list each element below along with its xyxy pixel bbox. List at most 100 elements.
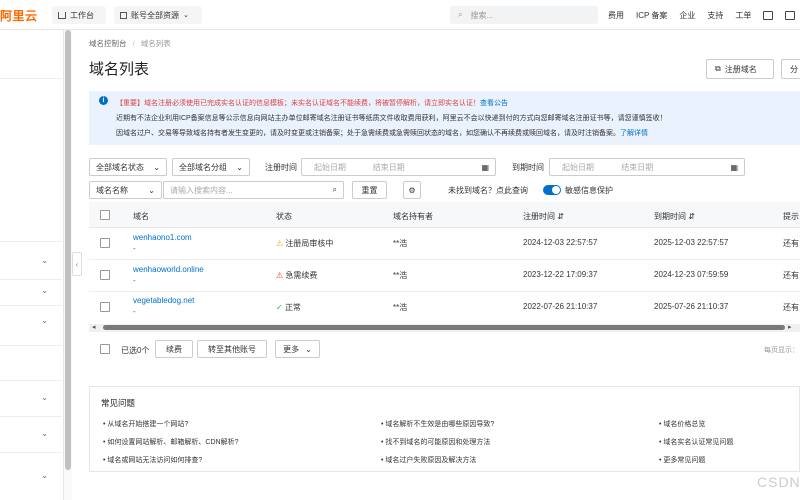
row-checkbox[interactable] bbox=[100, 302, 110, 312]
reg-time-cell: 2023-12-22 17:09:37 bbox=[523, 270, 598, 279]
reg-start-date[interactable]: 起始日期 bbox=[314, 162, 346, 173]
faq-item-text: 域名实名认证常见问题 bbox=[663, 439, 734, 446]
calendar-icon: ▦ bbox=[481, 162, 489, 172]
transfer-button[interactable]: 转至其他账号 bbox=[197, 340, 267, 358]
message-icon[interactable] bbox=[763, 10, 774, 20]
faq-item-text: 域名解析不生效是由哪些原因导致? bbox=[385, 421, 495, 428]
top-nav: 费用 ICP 备案 企业 支持 工单 bbox=[608, 0, 796, 30]
global-search-input[interactable]: ⌕ 搜索... bbox=[450, 6, 598, 24]
notice-line-2: 近期有不法企业利用ICP备案信息等公示信息向网站主办单位邮寄域名注册证书等纸质文… bbox=[116, 115, 667, 122]
sidebar-group-1[interactable]: ⌄ bbox=[0, 241, 62, 279]
reg-date-range[interactable]: 起始日期 结束日期 ▦ bbox=[301, 158, 496, 176]
search-field-select[interactable]: 域名名称 ⌄ bbox=[89, 181, 162, 199]
chevron-down-icon: ⌄ bbox=[41, 471, 48, 480]
table-header: 域名 状态 域名持有者 注册时间 ⇵ 到期时间 ⇵ 提示 bbox=[89, 202, 800, 228]
row-checkbox[interactable] bbox=[100, 238, 110, 248]
col-domain: 域名 bbox=[133, 212, 149, 221]
tip-cell: 还有 bbox=[783, 303, 799, 312]
aliyun-logo[interactable]: 阿里云 bbox=[0, 7, 38, 24]
faq-item-text: 更多常见问题 bbox=[663, 457, 706, 464]
faq-item[interactable]: • 找不到域名的可能原因和处理方法 bbox=[381, 437, 490, 447]
table-row: vegetabledog.net - ✓ 正常 **浩 2022-07-26 2… bbox=[89, 292, 800, 324]
domain-search-input[interactable]: 请输入搜索内容... ⌕ bbox=[163, 181, 344, 199]
share-button[interactable]: 分 bbox=[781, 59, 800, 79]
col-exp-time[interactable]: 到期时间 ⇵ bbox=[654, 211, 695, 222]
search-icon[interactable]: ⌕ bbox=[333, 185, 337, 195]
grid-icon bbox=[120, 11, 127, 19]
nav-fee[interactable]: 费用 bbox=[608, 10, 624, 21]
exp-date-range[interactable]: 起始日期 结束日期 ▦ bbox=[549, 158, 745, 176]
chevron-left-icon: ‹ bbox=[75, 259, 79, 269]
learn-more-link[interactable]: 了解详情 bbox=[620, 130, 648, 137]
sidebar-group-4[interactable] bbox=[0, 345, 62, 380]
select-all-checkbox[interactable] bbox=[100, 210, 110, 220]
privacy-toggle[interactable] bbox=[543, 185, 561, 195]
reset-button[interactable]: 重置 bbox=[352, 181, 387, 199]
gear-icon: ⚙ bbox=[408, 185, 416, 195]
more-actions-button[interactable]: 更多 ⌄ bbox=[275, 340, 320, 358]
domain-status-select[interactable]: 全部域名状态 ⌄ bbox=[89, 158, 167, 176]
faq-item-text: 从域名开始搭建一个网站? bbox=[107, 421, 189, 428]
sidebar-group-5[interactable]: ⌄ bbox=[0, 380, 62, 416]
col-reg-time[interactable]: 注册时间 ⇵ bbox=[523, 211, 564, 222]
domain-lookup-link[interactable]: 未找到域名？点此查询 bbox=[448, 185, 528, 196]
faq-item[interactable]: • 更多常见问题 bbox=[659, 455, 705, 465]
workbench-label: 工作台 bbox=[70, 10, 94, 20]
reg-time-cell: 2024-12-03 22:57:57 bbox=[523, 238, 598, 247]
exp-end-date[interactable]: 结束日期 bbox=[621, 162, 653, 173]
cart-icon[interactable] bbox=[785, 10, 796, 20]
faq-panel: 常见问题 • 从域名开始搭建一个网站? • 如何设置网站解析、邮箱解析、CDN解… bbox=[89, 386, 800, 472]
sort-icon: ⇵ bbox=[557, 212, 564, 221]
nav-enterprise[interactable]: 企业 bbox=[679, 10, 695, 21]
status-text: 急需续费 bbox=[285, 271, 318, 280]
row-checkbox[interactable] bbox=[100, 270, 110, 280]
domain-group-select[interactable]: 全部域名分组 ⌄ bbox=[172, 158, 250, 176]
faq-item[interactable]: • 域名或网站无法访问如何排查? bbox=[103, 455, 202, 465]
faq-item[interactable]: • 如何设置网站解析、邮箱解析、CDN解析? bbox=[103, 437, 238, 447]
sidebar-group-7[interactable]: ⌄ bbox=[0, 452, 62, 500]
status-cell: ⚠ 急需续费 bbox=[276, 270, 317, 281]
scroll-left-icon[interactable]: ◂ bbox=[92, 323, 96, 331]
faq-item[interactable]: • 域名解析不生效是由哪些原因导致? bbox=[381, 419, 494, 429]
scroll-right-icon[interactable]: ▸ bbox=[788, 323, 792, 331]
chevron-down-icon: ⌄ bbox=[41, 429, 48, 438]
search-icon: ⌕ bbox=[458, 10, 463, 19]
nav-icp[interactable]: ICP 备案 bbox=[636, 10, 667, 21]
account-label: 账号全部资源 bbox=[131, 10, 179, 20]
domain-link[interactable]: wenhaoworld.online bbox=[133, 265, 204, 274]
col-reg-time-label: 注册时间 bbox=[523, 212, 555, 221]
breadcrumb-root[interactable]: 域名控制台 bbox=[89, 39, 127, 48]
owner-cell: **浩 bbox=[393, 271, 408, 280]
reg-end-date[interactable]: 结束日期 bbox=[373, 162, 405, 173]
calendar-icon: ▦ bbox=[730, 162, 738, 172]
page-title: 域名列表 bbox=[89, 61, 150, 78]
register-domain-button[interactable]: ⧉ 注册域名 bbox=[706, 59, 774, 79]
chevron-down-icon: ⌄ bbox=[41, 286, 48, 295]
collapse-sidebar-button[interactable]: ‹ bbox=[72, 252, 82, 276]
faq-item-text: 域名价格总览 bbox=[663, 421, 706, 428]
sidebar-group-6[interactable]: ⌄ bbox=[0, 416, 62, 452]
faq-item[interactable]: • 域名实名认证常见问题 bbox=[659, 437, 733, 447]
faq-item[interactable]: • 域名过户失败原因及解决方法 bbox=[381, 455, 476, 465]
workbench-button[interactable]: 工作台 bbox=[52, 6, 106, 24]
domain-link[interactable]: wenhaono1.com bbox=[133, 233, 192, 242]
nav-ticket[interactable]: 工单 bbox=[735, 10, 751, 21]
page-size-label: 每页显示： bbox=[764, 347, 799, 354]
sidebar-group-3[interactable]: ⌄ bbox=[0, 305, 62, 345]
info-icon: i bbox=[99, 96, 108, 105]
settings-button[interactable]: ⚙ bbox=[403, 181, 421, 199]
notice-link[interactable]: 查看公告 bbox=[480, 100, 508, 107]
nav-support[interactable]: 支持 bbox=[707, 10, 723, 21]
exp-time-cell: 2025-12-03 22:57:57 bbox=[654, 238, 729, 247]
faq-item[interactable]: • 域名价格总览 bbox=[659, 419, 705, 429]
sidebar-scrollbar-thumb[interactable] bbox=[65, 30, 71, 470]
table-scrollbar-thumb[interactable] bbox=[103, 325, 785, 330]
bulk-select-checkbox[interactable] bbox=[100, 344, 110, 354]
col-tip: 提示 bbox=[783, 212, 799, 221]
domain-link[interactable]: vegetabledog.net bbox=[133, 296, 194, 305]
exp-start-date[interactable]: 起始日期 bbox=[562, 162, 594, 173]
sidebar-group-2[interactable]: ⌄ bbox=[0, 279, 62, 305]
renew-button[interactable]: 续费 bbox=[155, 340, 193, 358]
account-resource-select[interactable]: 账号全部资源 ⌄ bbox=[114, 6, 202, 24]
faq-item[interactable]: • 从域名开始搭建一个网站? bbox=[103, 419, 188, 429]
